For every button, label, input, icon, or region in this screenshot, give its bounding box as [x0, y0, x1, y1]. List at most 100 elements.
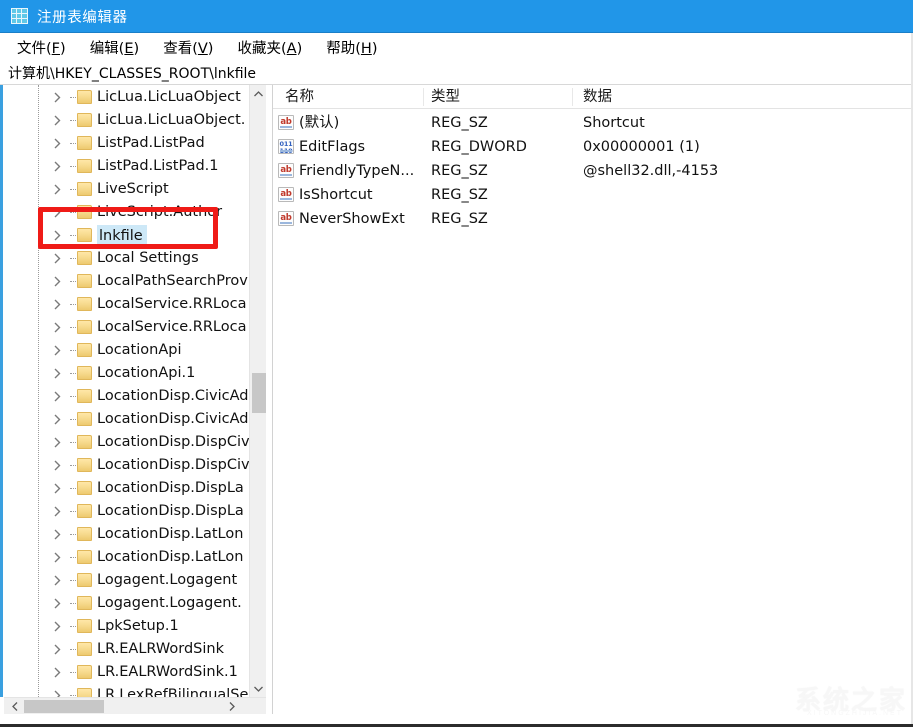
tree-node[interactable]: ListPad.ListPad.1	[4, 155, 249, 178]
folder-icon	[77, 596, 92, 610]
chevron-right-icon[interactable]	[54, 644, 66, 656]
chevron-right-icon[interactable]	[54, 667, 66, 679]
column-separator[interactable]	[572, 88, 573, 106]
folder-icon	[77, 90, 92, 104]
tree-node[interactable]: LR.LexRefBilingualSe	[4, 684, 249, 697]
registry-editor-icon	[11, 8, 28, 24]
tree-node[interactable]: LicLua.LicLuaObject	[4, 86, 249, 109]
registry-path: 计算机\HKEY_CLASSES_ROOT\lnkfile	[8, 63, 256, 83]
menu-help[interactable]: 帮助(H)	[317, 35, 386, 60]
column-header-type[interactable]: 类型	[431, 85, 460, 109]
value-row[interactable]: abNeverShowExtREG_SZ	[273, 207, 913, 231]
chevron-right-icon[interactable]	[54, 437, 66, 449]
column-separator[interactable]	[423, 88, 424, 106]
folder-icon	[77, 688, 92, 697]
tree-node-label: LocationDisp.DispCiv	[97, 431, 249, 454]
chevron-right-icon[interactable]	[54, 391, 66, 403]
chevron-right-icon[interactable]	[54, 92, 66, 104]
chevron-right-icon[interactable]	[54, 460, 66, 472]
tree-node[interactable]: LiveScript	[4, 178, 249, 201]
chevron-right-icon[interactable]	[54, 598, 66, 610]
address-bar[interactable]: 计算机\HKEY_CLASSES_ROOT\lnkfile	[0, 62, 913, 85]
tree-node-label: LocalPathSearchProv	[97, 270, 248, 293]
tree-node[interactable]: LR.EALRWordSink.1	[4, 661, 249, 684]
chevron-right-icon[interactable]	[54, 368, 66, 380]
menu-edit[interactable]: 编辑(E)	[81, 35, 149, 60]
tree-scroll-thumb[interactable]	[252, 373, 266, 413]
chevron-right-icon[interactable]	[54, 506, 66, 518]
tree-node[interactable]: LR.EALRWordSink	[4, 638, 249, 661]
tree-node[interactable]: Logagent.Logagent.	[4, 592, 249, 615]
chevron-right-icon[interactable]	[54, 276, 66, 288]
tree-node-label: LocationDisp.DispLa	[97, 500, 244, 523]
chevron-right-icon[interactable]	[54, 552, 66, 564]
tree-node[interactable]: LocationDisp.DispLa	[4, 500, 249, 523]
column-header-name[interactable]: 名称	[285, 85, 314, 109]
tree-node[interactable]: LocationDisp.LatLon	[4, 523, 249, 546]
value-row[interactable]: abFriendlyTypeN...REG_SZ@shell32.dll,-41…	[273, 159, 913, 183]
menu-favorites[interactable]: 收藏夹(A)	[228, 35, 311, 60]
column-header-data[interactable]: 数据	[583, 85, 612, 109]
folder-icon	[77, 343, 92, 357]
tree-hscroll-thumb[interactable]	[24, 700, 104, 713]
tree-node[interactable]: LicLua.LicLuaObject.	[4, 109, 249, 132]
tree-node[interactable]: LocationDisp.LatLon	[4, 546, 249, 569]
scroll-up-icon[interactable]	[250, 85, 267, 102]
chevron-right-icon[interactable]	[54, 230, 66, 242]
tree-node-selected[interactable]: lnkfile	[4, 224, 249, 247]
chevron-right-icon[interactable]	[54, 529, 66, 541]
chevron-right-icon[interactable]	[54, 299, 66, 311]
chevron-right-icon[interactable]	[54, 115, 66, 127]
chevron-right-icon[interactable]	[54, 322, 66, 334]
value-row[interactable]: ab(默认)REG_SZShortcut	[273, 111, 913, 135]
tree-node[interactable]: LocationDisp.DispCiv	[4, 454, 249, 477]
tree-node[interactable]: ListPad.ListPad	[4, 132, 249, 155]
scroll-right-icon[interactable]	[223, 698, 240, 715]
tree-node[interactable]: LocalPathSearchProv	[4, 270, 249, 293]
tree-node[interactable]: LocationDisp.CivicAd	[4, 408, 249, 431]
title-bar[interactable]: 注册表编辑器	[0, 0, 913, 33]
tree-node[interactable]: LiveScript.Author	[4, 201, 249, 224]
tree-node[interactable]: Logagent.Logagent	[4, 569, 249, 592]
chevron-right-icon[interactable]	[54, 161, 66, 173]
menu-file[interactable]: 文件(F)	[8, 35, 75, 60]
chevron-right-icon[interactable]	[54, 138, 66, 150]
value-type: REG_SZ	[431, 111, 488, 135]
value-row[interactable]: abIsShortcutREG_SZ	[273, 183, 913, 207]
tree-node[interactable]: Local Settings	[4, 247, 249, 270]
folder-icon	[77, 366, 92, 380]
chevron-right-icon[interactable]	[54, 575, 66, 587]
menu-view[interactable]: 查看(V)	[154, 35, 222, 60]
tree-node[interactable]: LocationDisp.DispLa	[4, 477, 249, 500]
string-value-icon: ab	[278, 211, 294, 226]
tree-node[interactable]: LpkSetup.1	[4, 615, 249, 638]
chevron-right-icon[interactable]	[54, 207, 66, 219]
value-row[interactable]: 011110EditFlagsREG_DWORD0x00000001 (1)	[273, 135, 913, 159]
tree-node-label: LocationDisp.LatLon	[97, 523, 243, 546]
tree-node[interactable]: LocationDisp.DispCiv	[4, 431, 249, 454]
tree-node[interactable]: LocationApi.1	[4, 362, 249, 385]
value-type: REG_SZ	[431, 183, 488, 207]
chevron-right-icon[interactable]	[54, 184, 66, 196]
chevron-right-icon[interactable]	[54, 253, 66, 265]
chevron-right-icon[interactable]	[54, 621, 66, 633]
registry-values-list[interactable]: 名称 类型 数据 ab(默认)REG_SZShortcut011110EditF…	[273, 85, 913, 714]
chevron-right-icon[interactable]	[54, 483, 66, 495]
menu-bar: 文件(F) 编辑(E) 查看(V) 收藏夹(A) 帮助(H)	[0, 33, 913, 62]
pane-splitter[interactable]	[266, 85, 273, 714]
tree-vertical-scrollbar[interactable]	[249, 85, 266, 697]
tree-node-label: LocalService.RRLoca	[97, 316, 246, 339]
tree-horizontal-scrollbar[interactable]	[4, 697, 266, 714]
registry-tree[interactable]: LicLua.LicLuaObjectLicLua.LicLuaObject.L…	[4, 85, 249, 697]
tree-node[interactable]: LocalService.RRLoca	[4, 316, 249, 339]
scroll-left-icon[interactable]	[6, 698, 23, 715]
tree-node[interactable]: LocationDisp.CivicAd	[4, 385, 249, 408]
chevron-right-icon[interactable]	[54, 345, 66, 357]
tree-node[interactable]: LocationApi	[4, 339, 249, 362]
main-content: LicLua.LicLuaObjectLicLua.LicLuaObject.L…	[0, 85, 913, 727]
tree-node[interactable]: LocalService.RRLoca	[4, 293, 249, 316]
chevron-right-icon[interactable]	[54, 690, 66, 698]
chevron-right-icon[interactable]	[54, 414, 66, 426]
tree-node-label: LocationApi	[97, 339, 181, 362]
scroll-down-icon[interactable]	[250, 680, 267, 697]
